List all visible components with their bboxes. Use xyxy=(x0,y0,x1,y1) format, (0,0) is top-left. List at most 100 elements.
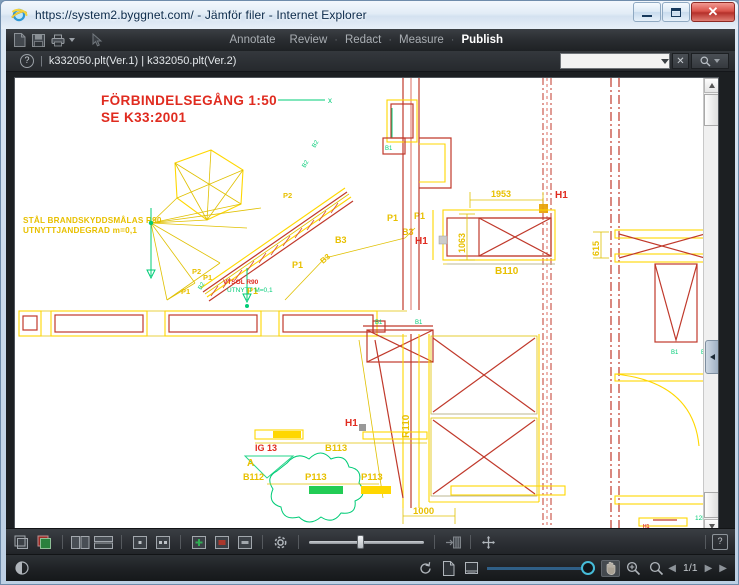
svg-text:A: A xyxy=(247,458,254,469)
scroll-thumb-top[interactable] xyxy=(704,94,718,126)
drawing-canvas-container: .y{stroke:#ffd700;fill:none;stroke-width… xyxy=(14,77,719,549)
close-button[interactable]: ✕ xyxy=(691,2,735,22)
save-icon[interactable] xyxy=(30,32,47,49)
search-options-button[interactable] xyxy=(691,53,729,69)
maximize-button[interactable] xyxy=(662,2,690,22)
document-tab-bar: ? | k332050.plt(Ver.1) | k332050.plt(Ver… xyxy=(6,51,735,72)
svg-text:STÅL BRANDSKYDDSMÅLAS R90: STÅL BRANDSKYDDSMÅLAS R90 xyxy=(23,215,162,225)
added-content-icon[interactable] xyxy=(189,534,208,551)
search-dropdown-caret-icon[interactable] xyxy=(714,59,720,63)
contrast-icon[interactable] xyxy=(12,560,31,577)
svg-text:B3: B3 xyxy=(335,235,347,245)
svg-text:B2: B2 xyxy=(198,281,207,291)
svg-text:x: x xyxy=(328,96,332,105)
opacity-slider-knob[interactable] xyxy=(357,535,364,549)
internet-explorer-icon xyxy=(10,6,28,24)
svg-text:B1: B1 xyxy=(385,146,393,152)
prev-page-button[interactable]: ◀ xyxy=(668,563,676,574)
fit-width-icon[interactable] xyxy=(462,560,481,577)
menu-item-review[interactable]: Review xyxy=(283,34,335,46)
menu-item-measure[interactable]: Measure xyxy=(392,34,451,46)
label-P113-1: P113 xyxy=(305,472,327,483)
view-double-icon[interactable] xyxy=(153,534,172,551)
compare-overlay-icon[interactable] xyxy=(35,534,54,551)
compare-single-icon[interactable] xyxy=(12,534,31,551)
sync-pan-icon[interactable] xyxy=(479,534,498,551)
application-window: https://system2.byggnet.com/ - Jämför fi… xyxy=(0,0,739,585)
svg-text:VTSOL R90: VTSOL R90 xyxy=(223,279,259,286)
search-combo[interactable] xyxy=(560,53,670,69)
panel-collapse-button[interactable] xyxy=(705,340,718,374)
clear-search-button[interactable]: ✕ xyxy=(672,53,689,69)
window-controls: ✕ xyxy=(632,2,735,22)
new-document-icon[interactable] xyxy=(11,32,28,49)
cad-drawing: .y{stroke:#ffd700;fill:none;stroke-width… xyxy=(18,78,704,534)
chevron-down-icon[interactable] xyxy=(661,58,669,64)
svg-text:P2: P2 xyxy=(192,267,201,276)
svg-text:H1: H1 xyxy=(345,418,358,429)
select-cursor-icon[interactable] xyxy=(89,32,106,49)
last-page-button[interactable]: ▶ xyxy=(719,563,727,574)
rotate-icon[interactable] xyxy=(416,560,435,577)
split-vertical-icon[interactable] xyxy=(71,534,90,551)
zoom-slider-knob[interactable] xyxy=(581,561,596,575)
app-toolbar: Annotate Review · Redact · Measure · Pub… xyxy=(6,29,735,52)
compare-view-toolbar: ? xyxy=(6,528,735,555)
dim-615: 615 xyxy=(591,241,601,256)
zoom-in-icon[interactable] xyxy=(624,560,643,577)
svg-text:B1: B1 xyxy=(671,350,679,356)
opacity-slider[interactable] xyxy=(309,535,424,549)
canvas-vertical-scrollbar[interactable] xyxy=(703,78,718,534)
label-B113: B113 xyxy=(325,443,347,454)
help-icon[interactable]: ? xyxy=(712,534,728,550)
compare-application: Annotate Review · Redact · Measure · Pub… xyxy=(6,29,735,581)
removed-content-icon[interactable] xyxy=(212,534,231,551)
svg-text:UTNYTTJANDEGRAD m=0,1: UTNYTTJANDEGRAD m=0,1 xyxy=(23,226,137,235)
view-single-icon[interactable] xyxy=(130,534,149,551)
minimize-button[interactable] xyxy=(633,2,661,22)
help-icon[interactable]: ? xyxy=(20,54,34,68)
scroll-thumb-bottom[interactable] xyxy=(704,492,718,518)
pan-hand-icon[interactable] xyxy=(601,559,621,577)
svg-text:B2: B2 xyxy=(302,159,311,169)
drawing-title-line-2: SE K33:2001 xyxy=(101,110,187,125)
page-indicator: 1/1 xyxy=(682,562,698,574)
drawing-title-line-1: FÖRBINDELSEGÅNG 1:50 xyxy=(101,93,277,108)
tab-separator: | xyxy=(40,55,43,67)
menu-item-annotate[interactable]: Annotate xyxy=(223,34,283,46)
print-dropdown-caret-icon[interactable] xyxy=(69,38,75,42)
svg-text:P2: P2 xyxy=(283,191,292,200)
drawing-canvas[interactable]: .y{stroke:#ffd700;fill:none;stroke-width… xyxy=(15,78,704,534)
svg-text:UTNYTT M=0,1: UTNYTT M=0,1 xyxy=(227,287,273,294)
align-pages-icon[interactable] xyxy=(443,534,462,551)
svg-text:B1: B1 xyxy=(375,320,383,326)
dim-1953: 1953 xyxy=(491,189,511,199)
split-horizontal-icon[interactable] xyxy=(94,534,113,551)
unchanged-content-icon[interactable] xyxy=(235,534,254,551)
svg-text:B1: B1 xyxy=(415,320,423,326)
menu-item-publish[interactable]: Publish xyxy=(454,34,510,46)
active-document-tab[interactable]: k332050.plt(Ver.1) | k332050.plt(Ver.2) xyxy=(49,55,237,67)
view-navigation-toolbar: ◀ 1/1 ▶ ▶ xyxy=(6,554,735,581)
print-icon[interactable] xyxy=(49,32,66,49)
svg-text:P1: P1 xyxy=(292,260,303,270)
svg-text:B3: B3 xyxy=(319,252,333,266)
svg-text:H1: H1 xyxy=(415,236,428,247)
zoom-out-icon[interactable] xyxy=(647,560,666,577)
dim-1000: 1000 xyxy=(413,506,434,517)
page-navigation: ◀ 1/1 ▶ ▶ xyxy=(668,562,727,574)
search-area: ✕ xyxy=(560,53,729,69)
title-bar: https://system2.byggnet.com/ - Jämför fi… xyxy=(1,1,738,29)
settings-gear-icon[interactable] xyxy=(271,534,290,551)
scroll-up-button[interactable] xyxy=(704,78,718,93)
next-page-button[interactable]: ▶ xyxy=(705,563,713,574)
zoom-slider[interactable] xyxy=(487,561,596,575)
svg-text:H1: H1 xyxy=(555,190,568,201)
label-B112: B112 xyxy=(243,472,264,482)
search-input[interactable] xyxy=(564,53,660,69)
svg-text:P1: P1 xyxy=(387,213,398,223)
label-R110: R110 xyxy=(401,414,412,438)
fit-page-icon[interactable] xyxy=(439,560,458,577)
menu-item-redact[interactable]: Redact xyxy=(338,34,388,46)
svg-text:P1: P1 xyxy=(181,287,190,296)
